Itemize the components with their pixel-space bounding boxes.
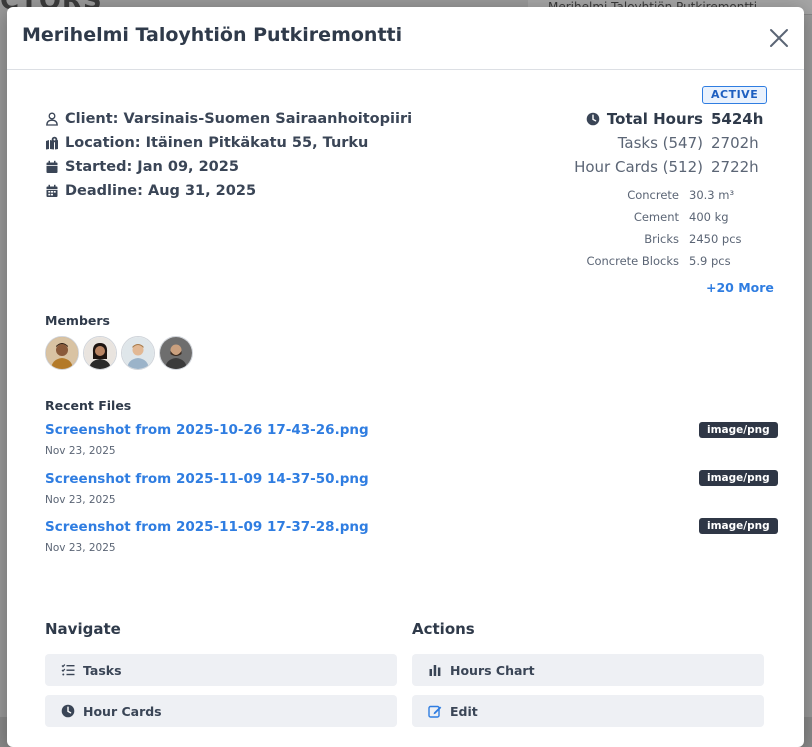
file-date: Nov 23, 2025 [45,542,116,554]
file-date: Nov 23, 2025 [45,494,116,506]
file-link[interactable]: Screenshot from 2025-10-26 17-43-26.png [45,422,369,438]
file-type-badge: image/png [699,470,778,486]
user-icon [45,112,59,126]
edit-button-label: Edit [450,703,478,719]
file-link[interactable]: Screenshot from 2025-11-09 17-37-28.png [45,519,369,535]
bar-chart-icon [428,663,442,677]
deadline-text: Deadline: Aug 31, 2025 [65,183,257,199]
clock-icon [586,112,600,126]
map-location-icon [45,136,59,150]
material-name: Bricks [644,232,679,246]
avatar[interactable] [83,336,117,370]
tasks-hours-label: Tasks (547) [617,134,703,152]
material-amount: 30.3 m³ [689,188,735,202]
material-row: Concrete Blocks 5.9 pcs [586,254,759,268]
material-amount: 400 kg [689,210,729,224]
material-amount: 5.9 pcs [689,254,731,268]
avatar[interactable] [45,336,79,370]
client-text: Client: Varsinais-Suomen Sairaanhoitopii… [65,111,413,127]
started-text: Started: Jan 09, 2025 [65,159,239,175]
tasks-button-label: Tasks [83,662,122,678]
navigate-heading: Navigate [45,620,121,638]
material-name: Cement [633,210,679,224]
location-row: Location: Itäinen Pitkäkatu 55, Turku [45,135,368,151]
members-avatars [45,336,197,370]
more-materials-link[interactable]: +20 More [706,280,774,295]
total-hours-label: Total Hours [606,110,703,128]
calendar-icon [45,160,59,174]
material-amount: 2450 pcs [689,232,742,246]
client-row: Client: Varsinais-Suomen Sairaanhoitopii… [45,111,412,127]
calendar-icon [45,184,59,198]
material-row: Concrete 30.3 m³ [627,188,759,202]
location-text: Location: Itäinen Pitkäkatu 55, Turku [65,135,369,151]
hour-cards-button-label: Hour Cards [83,703,162,719]
modal-title: Merihelmi Taloyhtiön Putkiremontti [22,24,403,46]
total-hours-row: Total Hours 5424h [586,110,764,128]
avatar[interactable] [159,336,193,370]
hour-cards-row: Hour Cards (512) 2722h [574,158,759,176]
material-name: Concrete Blocks [586,254,679,268]
clock-icon [61,704,75,718]
list-check-icon [61,663,75,677]
hours-chart-button[interactable]: Hours Chart [412,654,764,686]
material-row: Cement 400 kg [634,210,759,224]
started-row: Started: Jan 09, 2025 [45,159,239,175]
modal-header: Merihelmi Taloyhtiön Putkiremontti [7,7,804,70]
close-button[interactable] [766,25,792,51]
file-date: Nov 23, 2025 [45,445,116,457]
material-row: Bricks 2450 pcs [644,232,759,246]
tasks-button[interactable]: Tasks [45,654,397,686]
members-label: Members [45,313,110,328]
status-badge: ACTIVE [702,86,768,104]
file-type-badge: image/png [699,518,778,534]
recent-files-label: Recent Files [45,398,132,413]
hour-cards-label: Hour Cards (512) [574,158,703,176]
tasks-hours-row: Tasks (547) 2702h [618,134,759,152]
edit-icon [428,704,442,718]
material-name: Concrete [627,188,679,202]
deadline-row: Deadline: Aug 31, 2025 [45,183,256,199]
tasks-hours-value: 2702h [711,134,759,152]
hours-chart-button-label: Hours Chart [450,662,535,678]
file-link[interactable]: Screenshot from 2025-11-09 14-37-50.png [45,471,369,487]
total-hours-value: 5424h [711,110,764,128]
hour-cards-value: 2722h [711,158,759,176]
close-icon [770,29,788,47]
avatar[interactable] [121,336,155,370]
edit-button[interactable]: Edit [412,695,764,727]
actions-heading: Actions [412,620,475,638]
hour-cards-button[interactable]: Hour Cards [45,695,397,727]
project-details-modal: Merihelmi Taloyhtiön Putkiremontti ACTIV… [7,7,804,747]
file-type-badge: image/png [699,422,778,438]
